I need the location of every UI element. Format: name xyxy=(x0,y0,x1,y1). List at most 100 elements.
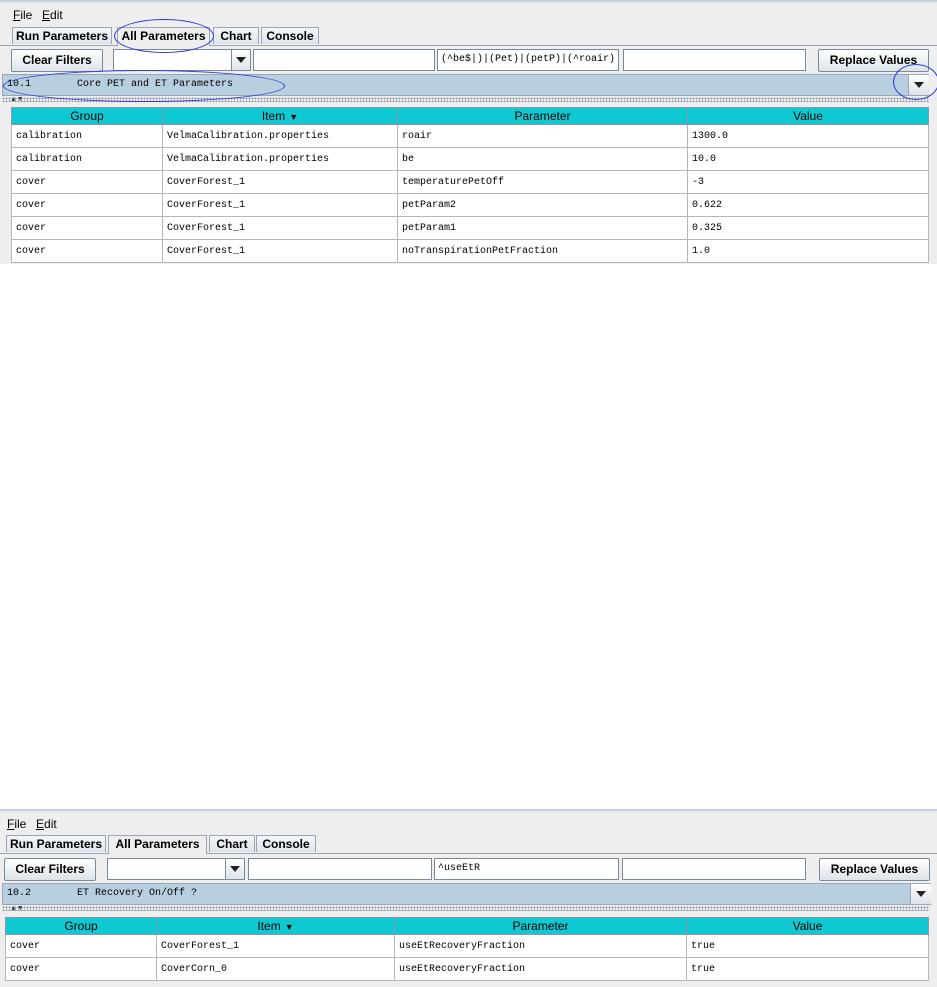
split-pane-divider[interactable]: ▲▼ xyxy=(2,96,929,103)
cell-parameter[interactable]: roair xyxy=(397,124,688,148)
split-pane-divider[interactable]: ▲▼ xyxy=(2,905,929,912)
tab-all-parameters[interactable]: All Parameters xyxy=(117,27,210,46)
cell-parameter[interactable]: petParam1 xyxy=(397,216,688,240)
table-row[interactable]: calibration VelmaCalibration.properties … xyxy=(11,124,929,148)
cell-item[interactable]: CoverForest_1 xyxy=(162,239,398,263)
cell-item[interactable]: CoverForest_1 xyxy=(162,170,398,194)
cell-parameter[interactable]: useEtRecoveryFraction xyxy=(394,957,687,981)
column-header-group[interactable]: Group xyxy=(5,917,157,935)
table-row[interactable]: cover CoverCorn_0 useEtRecoveryFraction … xyxy=(5,957,929,981)
cell-value[interactable]: 0.622 xyxy=(687,193,929,217)
collapse-arrows-icon[interactable]: ▲▼ xyxy=(10,905,24,912)
chevron-down-icon[interactable] xyxy=(225,859,244,879)
cell-item[interactable]: CoverCorn_0 xyxy=(156,957,395,981)
column-header-item-label: Item xyxy=(261,109,286,123)
menu-edit[interactable]: Edit xyxy=(36,817,57,831)
cell-group[interactable]: calibration xyxy=(11,147,163,171)
cell-parameter[interactable]: temperaturePetOff xyxy=(397,170,688,194)
clear-filters-button[interactable]: Clear Filters xyxy=(11,49,103,72)
column-header-item[interactable]: Item ▼ xyxy=(156,917,395,935)
cell-parameter[interactable]: noTranspirationPetFraction xyxy=(397,239,688,263)
section-number: 10.1 xyxy=(7,79,32,90)
chevron-down-icon[interactable] xyxy=(910,884,931,904)
replace-values-button[interactable]: Replace Values xyxy=(819,858,930,881)
tab-chart[interactable]: Chart xyxy=(213,27,259,44)
table-header-row: Group Item ▼ Parameter Value xyxy=(5,917,929,935)
tab-all-parameters[interactable]: All Parameters xyxy=(108,835,207,854)
table-row[interactable]: calibration VelmaCalibration.properties … xyxy=(11,147,929,171)
cell-item[interactable]: CoverForest_1 xyxy=(162,216,398,240)
parameters-panel-2: File Edit Run Parameters All Parameters … xyxy=(0,809,937,987)
parameter-filter-field[interactable]: (^be$|)|(Pet)|(petP)|(^roair) xyxy=(437,49,619,71)
section-number: 10.2 xyxy=(7,888,32,899)
collapse-arrows-icon[interactable]: ▲▼ xyxy=(10,96,24,103)
section-selector[interactable]: 10.2 ET Recovery On/Off ? xyxy=(2,883,931,905)
section-title: Core PET and ET Parameters xyxy=(77,79,234,90)
tab-run-parameters[interactable]: Run Parameters xyxy=(6,835,106,852)
cell-group[interactable]: cover xyxy=(11,216,163,240)
cell-group[interactable]: cover xyxy=(5,957,157,981)
cell-value[interactable]: 10.0 xyxy=(687,147,929,171)
cell-group[interactable]: calibration xyxy=(11,124,163,148)
table-row[interactable]: cover CoverForest_1 petParam2 0.622 xyxy=(11,193,929,217)
group-filter-combo[interactable] xyxy=(113,49,251,71)
parameter-filter-field[interactable]: ^useEtR xyxy=(434,858,619,880)
cell-parameter[interactable]: be xyxy=(397,147,688,171)
cell-item[interactable]: VelmaCalibration.properties xyxy=(162,147,398,171)
menu-bar: File Edit xyxy=(0,814,937,834)
value-filter-field[interactable] xyxy=(623,49,806,71)
table-row[interactable]: cover CoverForest_1 useEtRecoveryFractio… xyxy=(5,934,929,958)
cell-value[interactable]: 0.325 xyxy=(687,216,929,240)
sort-descending-icon: ▼ xyxy=(289,112,299,122)
table-row[interactable]: cover CoverForest_1 petParam1 0.325 xyxy=(11,216,929,240)
column-header-parameter[interactable]: Parameter xyxy=(394,917,687,935)
tab-console[interactable]: Console xyxy=(261,27,319,44)
cell-group[interactable]: cover xyxy=(11,239,163,263)
window-top-border xyxy=(0,0,937,3)
table-row[interactable]: cover CoverForest_1 temperaturePetOff -3 xyxy=(11,170,929,194)
replace-values-button[interactable]: Replace Values xyxy=(818,49,929,72)
column-header-item[interactable]: Item ▼ xyxy=(162,107,398,125)
tab-strip: Run Parameters All Parameters Chart Cons… xyxy=(0,27,937,46)
column-header-parameter[interactable]: Parameter xyxy=(397,107,688,125)
cell-value[interactable]: 1.0 xyxy=(687,239,929,263)
sort-descending-icon: ▼ xyxy=(284,922,294,932)
chevron-down-icon[interactable] xyxy=(908,75,929,95)
column-header-value[interactable]: Value xyxy=(687,107,929,125)
section-selector[interactable]: 10.1 Core PET and ET Parameters xyxy=(2,74,929,96)
cell-group[interactable]: cover xyxy=(11,193,163,217)
tab-run-parameters[interactable]: Run Parameters xyxy=(12,27,112,44)
group-filter-combo[interactable] xyxy=(107,858,245,880)
menu-bar: File Edit xyxy=(0,5,937,25)
cell-parameter[interactable]: useEtRecoveryFraction xyxy=(394,934,687,958)
cell-value[interactable]: true xyxy=(686,934,929,958)
parameters-panel-1: File Edit Run Parameters All Parameters … xyxy=(0,0,937,264)
cell-group[interactable]: cover xyxy=(11,170,163,194)
item-filter-field[interactable] xyxy=(253,49,435,71)
chevron-down-icon[interactable] xyxy=(231,50,250,70)
menu-file[interactable]: File xyxy=(7,817,26,831)
item-filter-field[interactable] xyxy=(248,858,432,880)
menu-edit[interactable]: Edit xyxy=(42,8,63,22)
table-row[interactable]: cover CoverForest_1 noTranspirationPetFr… xyxy=(11,239,929,263)
tab-chart[interactable]: Chart xyxy=(209,835,255,852)
cell-value[interactable]: -3 xyxy=(687,170,929,194)
parameters-table: Group Item ▼ Parameter Value cover CoverF… xyxy=(5,917,929,981)
window-top-border xyxy=(0,809,937,812)
column-header-group[interactable]: Group xyxy=(11,107,163,125)
cell-group[interactable]: cover xyxy=(5,934,157,958)
cell-item[interactable]: CoverForest_1 xyxy=(162,193,398,217)
tab-console[interactable]: Console xyxy=(256,835,316,852)
cell-item[interactable]: CoverForest_1 xyxy=(156,934,395,958)
column-header-value[interactable]: Value xyxy=(686,917,929,935)
clear-filters-button[interactable]: Clear Filters xyxy=(4,858,96,881)
cell-item[interactable]: VelmaCalibration.properties xyxy=(162,124,398,148)
cell-value[interactable]: true xyxy=(686,957,929,981)
cell-parameter[interactable]: petParam2 xyxy=(397,193,688,217)
parameters-table: Group Item ▼ Parameter Value calibration … xyxy=(11,107,929,263)
tab-strip: Run Parameters All Parameters Chart Cons… xyxy=(0,835,937,854)
value-filter-field[interactable] xyxy=(622,858,806,880)
column-header-item-label: Item xyxy=(257,919,281,933)
menu-file[interactable]: File xyxy=(13,8,32,22)
cell-value[interactable]: 1300.0 xyxy=(687,124,929,148)
